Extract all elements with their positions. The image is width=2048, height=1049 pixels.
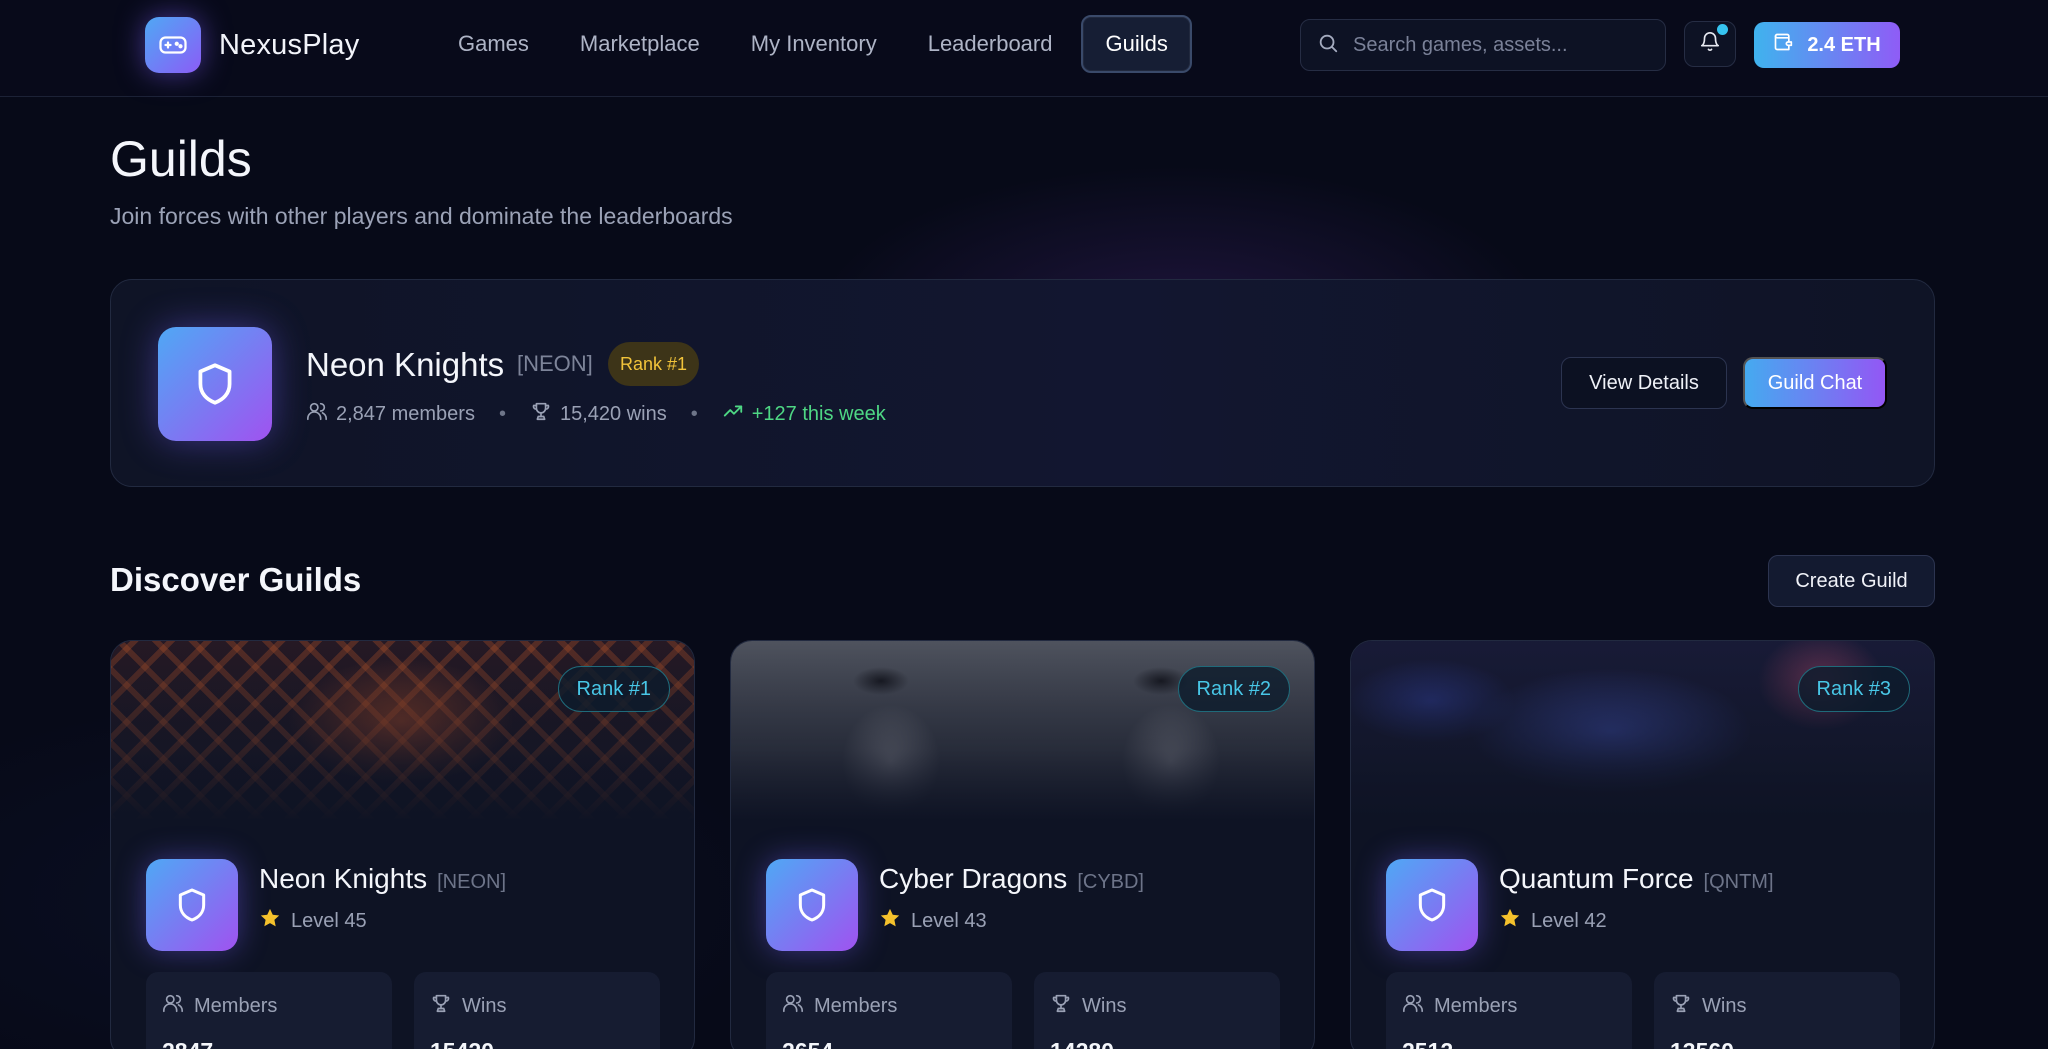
guild-level-text: Level 45: [291, 909, 367, 932]
wins-label: Wins: [430, 992, 506, 1020]
trending-up-icon: [722, 400, 744, 428]
members-stat-box: Members 2847: [146, 972, 392, 1049]
featured-guild-tag: [NEON]: [517, 351, 593, 376]
guild-level: Level 42: [1499, 907, 1607, 935]
wins-count: 15,420 wins: [559, 402, 667, 425]
guild-rank-badge: Rank #1: [557, 666, 670, 712]
shield-icon: [766, 859, 858, 951]
shield-icon: [1386, 859, 1478, 951]
guild-level: Level 43: [879, 907, 987, 935]
wins-label-text: Wins: [462, 994, 507, 1017]
nav-guilds[interactable]: Guilds: [1081, 15, 1192, 73]
featured-guild-name: Neon Knights: [306, 346, 505, 383]
users-icon: [1402, 992, 1424, 1020]
guild-name: Cyber Dragons [CYBD]: [879, 863, 1144, 895]
users-icon: [782, 992, 804, 1020]
page-title: Guilds: [110, 131, 252, 187]
wallet-balance: 2.4 ETH: [1807, 33, 1881, 56]
weekly-trend-text: +127 this week: [751, 402, 886, 425]
wins-stat-box: Wins 15420: [414, 972, 660, 1049]
top-navbar: NexusPlay Games Marketplace My Inventory…: [0, 0, 2048, 97]
guild-rank-badge: Rank #2: [1177, 666, 1290, 712]
guild-chat-button[interactable]: Guild Chat: [1743, 357, 1887, 409]
members-count: 2,847 members: [336, 402, 475, 425]
wins-stat-box: Wins 13560: [1654, 972, 1900, 1049]
trophy-icon: [530, 400, 552, 428]
nav-leaderboard[interactable]: Leaderboard: [906, 15, 1075, 73]
shield-icon: [146, 859, 238, 951]
trophy-icon: [1050, 992, 1072, 1020]
main-nav: Games Marketplace My Inventory Leaderboa…: [436, 15, 1199, 73]
notification-dot: [1717, 24, 1728, 35]
members-label-text: Members: [194, 994, 278, 1017]
members-label: Members: [162, 992, 277, 1020]
users-icon: [162, 992, 184, 1020]
star-icon: [1499, 907, 1521, 935]
wallet-icon: [1773, 32, 1793, 58]
brand[interactable]: NexusPlay: [145, 17, 359, 73]
members-label: Members: [782, 992, 897, 1020]
separator-dot: •: [498, 402, 506, 425]
wins-value: 13560: [1670, 1038, 1734, 1049]
weekly-trend: +127 this week: [722, 400, 886, 428]
guild-level-text: Level 42: [1531, 909, 1607, 932]
wins-stat: 15,420 wins: [530, 400, 667, 428]
wins-label-text: Wins: [1702, 994, 1747, 1017]
guild-rank-badge: Rank #3: [1797, 666, 1910, 712]
guild-name-text: Cyber Dragons: [879, 863, 1068, 894]
members-stat-box: Members 2512: [1386, 972, 1632, 1049]
nav-marketplace[interactable]: Marketplace: [558, 15, 722, 73]
gamepad-icon: [145, 17, 201, 73]
members-value: 2512: [1402, 1038, 1453, 1049]
brand-name: NexusPlay: [219, 28, 360, 61]
members-stat-box: Members 2654: [766, 972, 1012, 1049]
members-label: Members: [1402, 992, 1517, 1020]
members-label-text: Members: [814, 994, 898, 1017]
wins-label: Wins: [1670, 992, 1746, 1020]
notifications-button[interactable]: [1684, 21, 1736, 67]
wins-value: 14280: [1050, 1038, 1114, 1049]
wins-value: 15420: [430, 1038, 494, 1049]
shield-icon: [158, 327, 272, 441]
nav-games[interactable]: Games: [436, 15, 551, 73]
search-input[interactable]: [1353, 33, 1643, 57]
featured-stats: 2,847 members • 15,420 wins • +127 this …: [306, 400, 886, 428]
guild-tag: [CYBD]: [1077, 871, 1144, 893]
guild-level-text: Level 43: [911, 909, 987, 932]
members-stat: 2,847 members: [306, 400, 475, 428]
members-label-text: Members: [1434, 994, 1518, 1017]
star-icon: [879, 907, 901, 935]
search-box: [1300, 19, 1666, 71]
create-guild-button[interactable]: Create Guild: [1768, 555, 1935, 607]
guild-name: Quantum Force [QNTM]: [1499, 863, 1774, 895]
trophy-icon: [430, 992, 452, 1020]
guild-card[interactable]: Rank #2 Cyber Dragons [CYBD] Level 43 Mem…: [730, 640, 1315, 1049]
search-icon: [1317, 32, 1339, 59]
nav-my-inventory[interactable]: My Inventory: [729, 15, 899, 73]
wins-label-text: Wins: [1082, 994, 1127, 1017]
wins-stat-box: Wins 14280: [1034, 972, 1280, 1049]
wallet-button[interactable]: 2.4 ETH: [1754, 22, 1900, 68]
guild-name-text: Neon Knights: [259, 863, 428, 894]
guild-name-text: Quantum Force: [1499, 863, 1694, 894]
guild-tag: [QNTM]: [1703, 871, 1774, 893]
members-value: 2654: [782, 1038, 833, 1049]
page-subtitle: Join forces with other players and domin…: [110, 203, 733, 229]
featured-guild-card: Neon Knights [NEON] Rank #1 2,847 member…: [110, 279, 1935, 487]
bell-icon: [1699, 31, 1721, 58]
wins-label: Wins: [1050, 992, 1126, 1020]
discover-guilds-heading: Discover Guilds: [110, 561, 362, 598]
members-value: 2847: [162, 1038, 213, 1049]
guild-card[interactable]: Rank #3 Quantum Force [QNTM] Level 42 Mem…: [1350, 640, 1935, 1049]
featured-rank-badge: Rank #1: [608, 342, 700, 386]
users-icon: [306, 400, 328, 428]
guild-name: Neon Knights [NEON]: [259, 863, 506, 895]
guild-card[interactable]: Rank #1 Neon Knights [NEON] Level 45 Memb…: [110, 640, 695, 1049]
guild-tag: [NEON]: [437, 871, 507, 893]
view-details-button[interactable]: View Details: [1561, 357, 1727, 409]
separator-dot: •: [690, 402, 698, 425]
guild-level: Level 45: [259, 907, 367, 935]
star-icon: [259, 907, 281, 935]
trophy-icon: [1670, 992, 1692, 1020]
